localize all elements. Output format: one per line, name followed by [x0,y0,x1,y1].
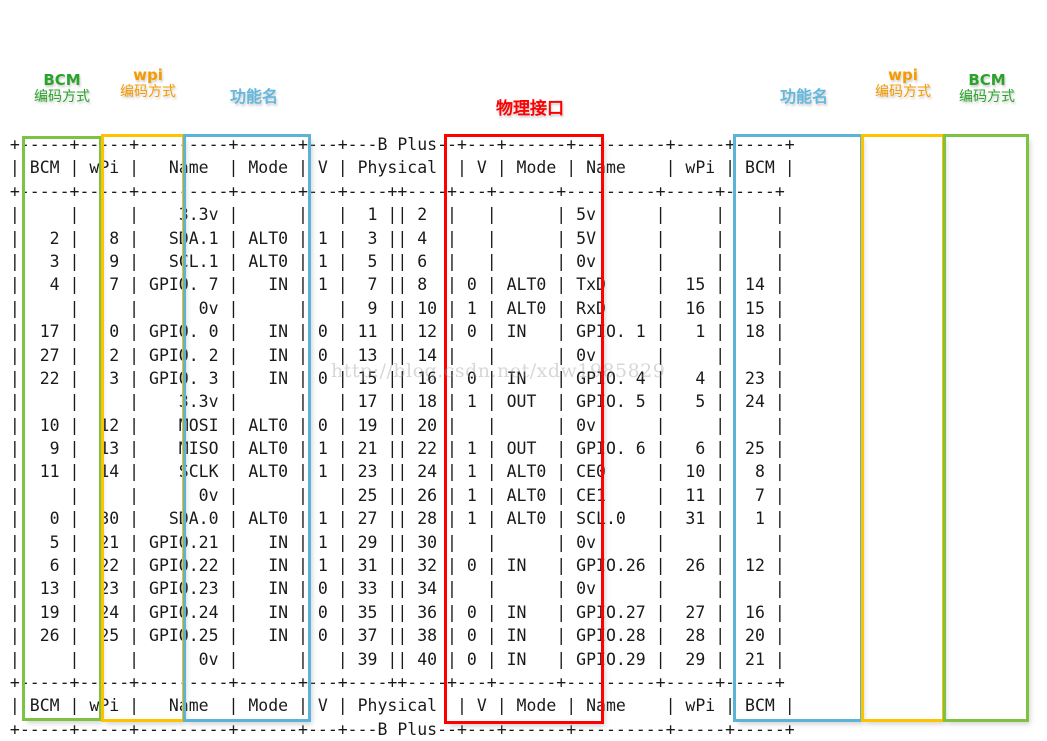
callout-wpi-left-title: wpi [133,66,163,84]
callout-name-right-title: 功能名 [779,87,828,106]
table-row: | 5 | 21 | GPIO.21 | IN | 1 | 29 || 30 |… [0,532,785,552]
table-row: | 9 | 13 | MISO | ALT0 | 1 | 21 || 22 | … [0,439,785,459]
table-row: | | | 0v | | | 25 || 26 | 1 | ALT0 | CE1… [0,485,785,505]
table-row: | 6 | 22 | GPIO.22 | IN | 1 | 31 || 32 |… [0,556,785,576]
table-row: | | | 0v | | | 39 || 40 | 0 | IN | GPIO.… [0,649,785,669]
callout-name-right: 功能名 [752,87,856,106]
table-row: | 17 | 0 | GPIO. 0 | IN | 0 | 11 || 12 |… [0,322,785,342]
table-row: | 4 | 7 | GPIO. 7 | IN | 1 | 7 || 8 | 0 … [0,275,785,295]
callout-wpi-right: wpi 编码方式 [858,66,948,101]
table-row: | 27 | 2 | GPIO. 2 | IN | 0 | 13 || 14 |… [0,345,785,365]
table-row: | | | 3.3v | | | 1 || 2 | | | 5v | | | [0,205,785,225]
callout-name-left-title: 功能名 [229,87,278,106]
callout-bcm-right-title: BCM [968,71,1006,89]
table-row: | 22 | 3 | GPIO. 3 | IN | 0 | 15 || 16 |… [0,368,785,388]
callout-wpi-right-title: wpi [888,66,918,84]
table-rule: +-----+-----+---------+------+---+---B P… [0,135,795,154]
callout-bcm-left-subtitle: 编码方式 [34,89,90,106]
callout-physical: 物理接口 [460,99,600,120]
table-row: | 13 | 23 | GPIO.23 | IN | 0 | 33 || 34 … [0,579,785,599]
table-rule: +-----+-----+---------+------+---+----++… [0,181,785,201]
table-row: | 11 | 14 | SCLK | ALT0 | 1 | 23 || 24 |… [0,462,785,482]
table-header-row: | BCM | wPi | Name | Mode | V | Physical… [0,158,795,178]
table-row: | 19 | 24 | GPIO.24 | IN | 0 | 35 || 36 … [0,602,785,622]
callout-wpi-left: wpi 编码方式 [103,66,193,101]
callout-bcm-right-subtitle: 编码方式 [959,89,1015,106]
table-row: | | | 3.3v | | | 17 || 18 | 1 | OUT | GP… [0,392,785,412]
table-row: | 26 | 25 | GPIO.25 | IN | 0 | 37 || 38 … [0,626,785,646]
table-row: | | | 0v | | | 9 || 10 | 1 | ALT0 | RxD … [0,298,785,318]
callout-physical-title: 物理接口 [496,99,564,119]
callout-bcm-left-title: BCM [43,71,81,89]
table-rule: +-----+-----+---------+------+---+----++… [0,672,785,692]
table-row: | 3 | 9 | SCL.1 | ALT0 | 1 | 5 || 6 | | … [0,251,785,271]
table-row: | 0 | 30 | SDA.0 | ALT0 | 1 | 27 || 28 |… [0,509,785,529]
callout-bcm-left: BCM 编码方式 [17,71,107,106]
callout-wpi-right-subtitle: 编码方式 [875,84,931,101]
callout-wpi-left-subtitle: 编码方式 [120,84,176,101]
callout-bcm-right: BCM 编码方式 [942,71,1032,106]
table-row: | 10 | 12 | MOSI | ALT0 | 0 | 19 || 20 |… [0,415,785,435]
gpio-pinout-table: +-----+-----+---------+------+---+---B P… [0,133,1047,741]
table-header-row: | BCM | wPi | Name | Mode | V | Physical… [0,696,795,716]
table-row: | 2 | 8 | SDA.1 | ALT0 | 1 | 3 || 4 | | … [0,228,785,248]
callout-name-left: 功能名 [202,87,306,106]
table-rule: +-----+-----+---------+------+---+---B P… [0,719,795,739]
